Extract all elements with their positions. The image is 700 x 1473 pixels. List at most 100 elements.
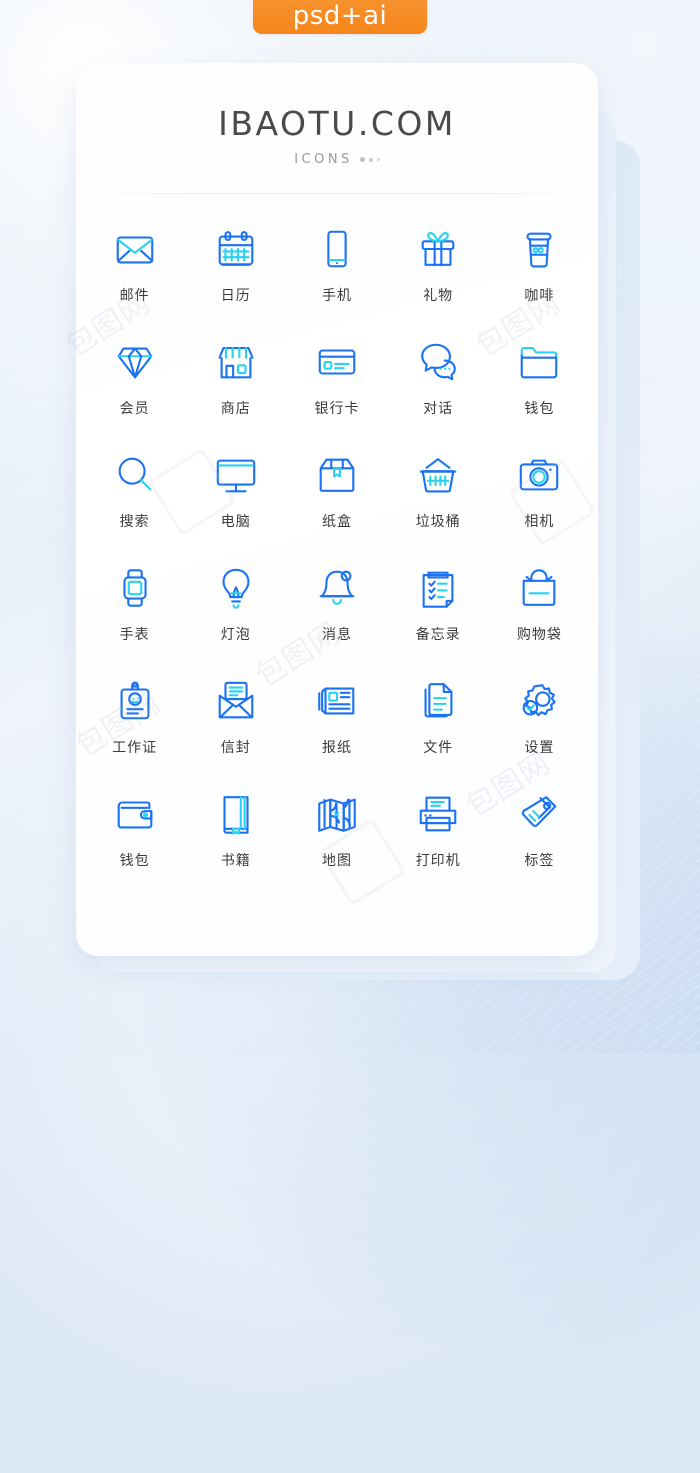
icon-cell-watch[interactable]: 手表 <box>84 565 185 678</box>
work-badge-icon[interactable] <box>112 678 158 724</box>
icon-label: 礼物 <box>423 288 454 304</box>
wallet-icon[interactable] <box>112 791 158 837</box>
light-bulb-icon[interactable] <box>213 565 259 611</box>
icon-label: 设置 <box>524 740 555 756</box>
icon-cell-trash-basket[interactable]: 垃圾桶 <box>388 452 489 565</box>
computer-monitor-icon[interactable] <box>213 452 259 498</box>
bank-card-icon[interactable] <box>314 339 360 385</box>
icon-label: 钱包 <box>119 853 150 869</box>
folder-icon[interactable] <box>516 339 562 385</box>
card-header: IBAOTU.COM ICONS <box>76 63 598 167</box>
shopping-bag-icon[interactable] <box>516 565 562 611</box>
coffee-icon[interactable] <box>516 226 562 272</box>
icon-label: 消息 <box>321 627 352 643</box>
icon-grid: 邮件 日历 手机 礼物 咖啡 会员 商店 银行卡 对话 钱包 搜索 电脑 纸盒 垃圾桶 相机 手表 灯泡 消息 备忘… <box>76 226 598 904</box>
icon-label: 备忘录 <box>415 627 461 643</box>
tag-icon[interactable] <box>516 791 562 837</box>
icon-cell-work-badge[interactable]: 工作证 <box>84 678 185 791</box>
icon-label: 电脑 <box>220 514 251 530</box>
icon-cell-light-bulb[interactable]: 灯泡 <box>185 565 286 678</box>
store-icon[interactable] <box>213 339 259 385</box>
icon-set-card: IBAOTU.COM ICONS 邮件 日历 手机 礼物 咖啡 会员 商店 银行卡 对话 钱包 搜索… <box>76 63 598 956</box>
icon-label: 对话 <box>423 401 454 417</box>
icon-cell-bank-card[interactable]: 银行卡 <box>286 339 387 452</box>
mail-icon[interactable] <box>112 226 158 272</box>
icon-cell-map[interactable]: 地图 <box>286 791 387 904</box>
icon-cell-paper-box[interactable]: 纸盒 <box>286 452 387 565</box>
icon-label: 日历 <box>220 288 251 304</box>
psd-ai-badge: psd+ai <box>253 0 427 34</box>
icon-cell-phone[interactable]: 手机 <box>286 226 387 339</box>
diamond-member-icon[interactable] <box>112 339 158 385</box>
icon-cell-coffee[interactable]: 咖啡 <box>489 226 590 339</box>
icon-cell-mail[interactable]: 邮件 <box>84 226 185 339</box>
newspaper-icon[interactable] <box>314 678 360 724</box>
map-icon[interactable] <box>314 791 360 837</box>
icon-cell-store[interactable]: 商店 <box>185 339 286 452</box>
psd-ai-badge-label: psd+ai <box>292 1 388 31</box>
gift-icon[interactable] <box>415 226 461 272</box>
printer-icon[interactable] <box>415 791 461 837</box>
watch-icon[interactable] <box>112 565 158 611</box>
icon-label: 报纸 <box>321 740 352 756</box>
memo-clipboard-icon[interactable] <box>415 565 461 611</box>
icon-cell-open-envelope[interactable]: 信封 <box>185 678 286 791</box>
icon-cell-settings-gear[interactable]: 设置 <box>489 678 590 791</box>
icon-label: 咖啡 <box>524 288 555 304</box>
icon-cell-computer-monitor[interactable]: 电脑 <box>185 452 286 565</box>
icon-cell-shopping-bag[interactable]: 购物袋 <box>489 565 590 678</box>
icon-cell-book[interactable]: 书籍 <box>185 791 286 904</box>
document-file-icon[interactable] <box>415 678 461 724</box>
icon-label: 手表 <box>119 627 150 643</box>
icon-label: 书籍 <box>220 853 251 869</box>
subtitle-dots-icon <box>359 157 380 162</box>
icon-label: 购物袋 <box>516 627 562 643</box>
subtitle-row: ICONS <box>76 152 598 167</box>
icon-cell-document-file[interactable]: 文件 <box>388 678 489 791</box>
icon-label: 信封 <box>220 740 251 756</box>
icon-cell-calendar[interactable]: 日历 <box>185 226 286 339</box>
icon-cell-tag[interactable]: 标签 <box>489 791 590 904</box>
icon-label: 地图 <box>321 853 352 869</box>
icon-label: 钱包 <box>524 401 555 417</box>
search-icon[interactable] <box>112 452 158 498</box>
icon-label: 灯泡 <box>220 627 251 643</box>
icon-cell-wallet[interactable]: 钱包 <box>84 791 185 904</box>
bell-message-icon[interactable] <box>314 565 360 611</box>
icon-cell-chat-bubbles[interactable]: 对话 <box>388 339 489 452</box>
icon-cell-diamond-member[interactable]: 会员 <box>84 339 185 452</box>
settings-gear-icon[interactable] <box>516 678 562 724</box>
paper-box-icon[interactable] <box>314 452 360 498</box>
icon-cell-search[interactable]: 搜索 <box>84 452 185 565</box>
icon-label: 标签 <box>524 853 555 869</box>
icon-cell-newspaper[interactable]: 报纸 <box>286 678 387 791</box>
icon-label: 搜索 <box>119 514 150 530</box>
header-divider <box>94 193 580 194</box>
page-title: IBAOTU.COM <box>218 104 456 143</box>
icon-cell-printer[interactable]: 打印机 <box>388 791 489 904</box>
icon-cell-folder[interactable]: 钱包 <box>489 339 590 452</box>
icon-label: 银行卡 <box>314 401 360 417</box>
chat-bubbles-icon[interactable] <box>415 339 461 385</box>
phone-icon[interactable] <box>314 226 360 272</box>
icon-label: 手机 <box>321 288 352 304</box>
trash-basket-icon[interactable] <box>415 452 461 498</box>
icon-label: 商店 <box>220 401 251 417</box>
icon-cell-bell-message[interactable]: 消息 <box>286 565 387 678</box>
book-icon[interactable] <box>213 791 259 837</box>
icon-cell-camera[interactable]: 相机 <box>489 452 590 565</box>
icon-cell-gift[interactable]: 礼物 <box>388 226 489 339</box>
icon-cell-memo-clipboard[interactable]: 备忘录 <box>388 565 489 678</box>
icon-label: 相机 <box>524 514 555 530</box>
icon-label: 垃圾桶 <box>415 514 461 530</box>
icon-label: 工作证 <box>112 740 158 756</box>
icon-label: 纸盒 <box>321 514 352 530</box>
open-envelope-icon[interactable] <box>213 678 259 724</box>
subtitle-text: ICONS <box>294 152 353 167</box>
camera-icon[interactable] <box>516 452 562 498</box>
calendar-icon[interactable] <box>213 226 259 272</box>
icon-label: 打印机 <box>415 853 461 869</box>
icon-label: 文件 <box>423 740 454 756</box>
icon-label: 邮件 <box>119 288 150 304</box>
icon-label: 会员 <box>119 401 150 417</box>
